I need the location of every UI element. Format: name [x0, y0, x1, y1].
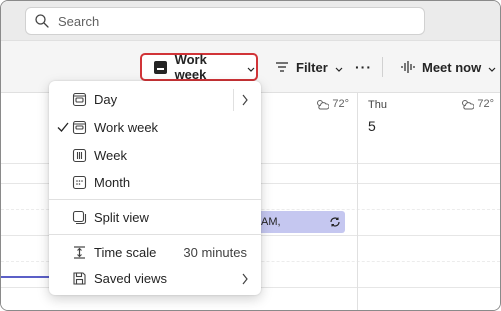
waveform-icon — [401, 60, 415, 74]
menu-item-week[interactable]: Week — [49, 142, 261, 169]
week-view-icon — [72, 148, 87, 163]
meet-now-label: Meet now — [422, 59, 482, 75]
day-column-header[interactable]: 72° — [260, 93, 357, 163]
menu-separator — [49, 199, 261, 200]
meet-now-button[interactable]: Meet now — [401, 53, 497, 81]
day-column-header[interactable]: Thu 5 72° — [357, 93, 500, 163]
menu-item-split-view[interactable]: Split view — [49, 204, 261, 231]
checkmark-icon — [56, 120, 70, 134]
filter-icon — [275, 61, 289, 73]
view-switcher-label: Work week — [174, 52, 207, 82]
time-scale-value: 30 minutes — [183, 245, 247, 260]
column-divider — [357, 93, 358, 310]
menu-item-day[interactable]: Day — [49, 86, 261, 113]
menu-item-label: Day — [94, 92, 118, 107]
chevron-right-icon[interactable] — [241, 94, 249, 106]
view-menu: Day Work week Week Month Split view Time… — [49, 81, 261, 295]
calendar-window: Search Work week Filter ··· Meet now 72°… — [0, 0, 501, 311]
calendar-view-icon — [154, 60, 167, 74]
submenu-divider — [233, 89, 234, 111]
weather-forecast: 72° — [460, 98, 494, 110]
menu-item-label: Week — [94, 148, 127, 163]
menu-item-label: Time scale — [94, 245, 157, 260]
top-bar: Search — [1, 1, 500, 41]
work-week-view-icon — [72, 120, 87, 135]
search-icon — [34, 13, 50, 29]
recurring-icon — [329, 216, 341, 228]
more-options-icon: ··· — [355, 59, 372, 75]
menu-item-saved-views[interactable]: Saved views — [49, 265, 261, 292]
toolbar-divider — [382, 57, 383, 77]
menu-item-month[interactable]: Month — [49, 169, 261, 196]
menu-item-label: Saved views — [94, 271, 167, 286]
saved-views-icon — [72, 271, 87, 286]
day-number: 5 — [368, 118, 376, 134]
chevron-down-icon — [334, 62, 344, 72]
weather-forecast: 72° — [315, 98, 349, 110]
temperature: 72° — [477, 98, 494, 110]
chevron-down-icon — [246, 62, 256, 72]
month-view-icon — [72, 175, 87, 190]
menu-separator — [49, 234, 261, 235]
time-scale-icon — [72, 245, 87, 260]
split-view-icon — [72, 210, 87, 225]
menu-item-label: Split view — [94, 210, 149, 225]
filter-button[interactable]: Filter — [275, 53, 344, 81]
more-options-button[interactable]: ··· — [355, 53, 372, 81]
day-name: Thu — [368, 99, 387, 111]
temperature: 72° — [332, 98, 349, 110]
menu-item-time-scale[interactable]: Time scale 30 minutes — [49, 239, 261, 266]
search-box[interactable]: Search — [25, 7, 425, 35]
view-switcher-button[interactable]: Work week — [140, 52, 258, 82]
chevron-right-icon — [241, 273, 249, 285]
chevron-down-icon — [487, 62, 497, 72]
search-placeholder[interactable]: Search — [58, 14, 99, 29]
event-title: AM, — [261, 216, 281, 228]
partly-cloudy-icon — [317, 100, 330, 110]
menu-item-label: Month — [94, 175, 131, 190]
partly-cloudy-icon — [462, 100, 475, 110]
menu-item-work-week[interactable]: Work week — [49, 114, 261, 141]
menu-item-label: Work week — [94, 120, 159, 135]
calendar-event[interactable]: AM, — [257, 211, 345, 233]
filter-label: Filter — [296, 59, 328, 75]
day-view-icon — [72, 92, 87, 107]
